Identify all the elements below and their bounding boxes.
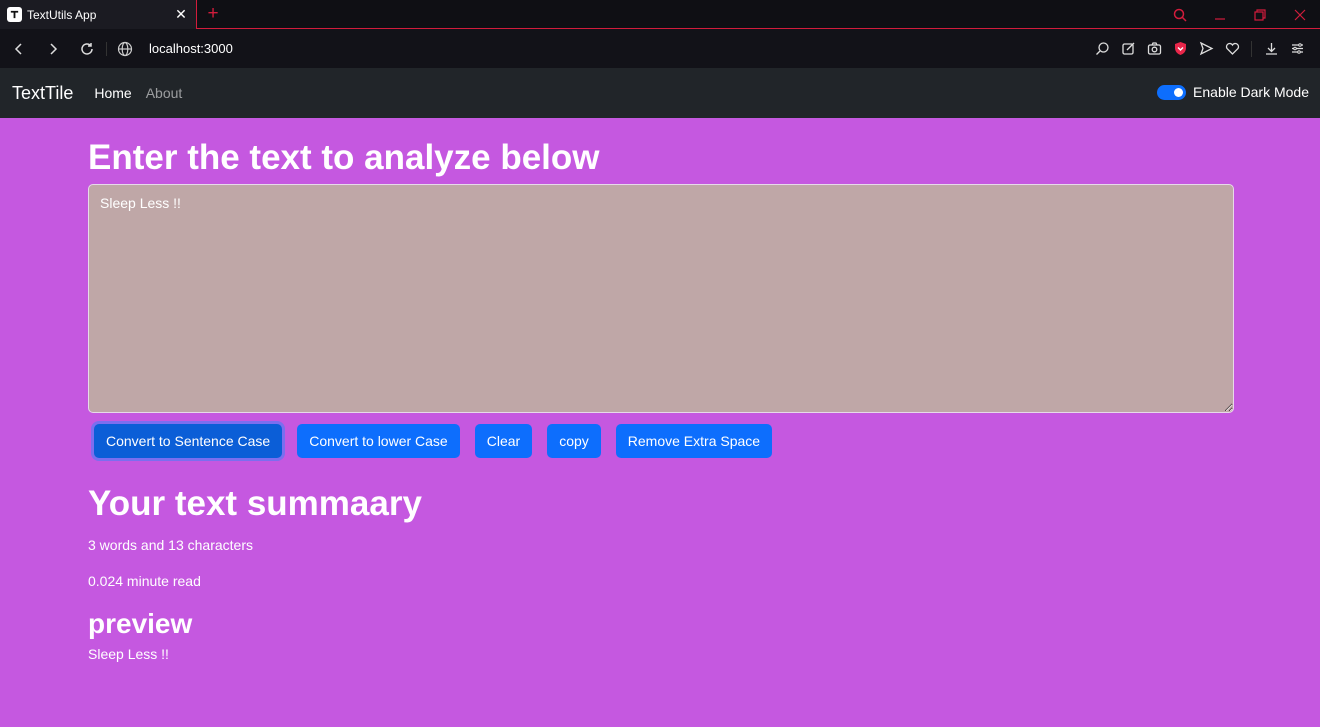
download-icon[interactable] [1258,36,1284,62]
restore-icon[interactable] [1240,0,1280,29]
word-char-count: 3 words and 13 characters [88,537,253,553]
read-time: 0.024 minute read [88,573,201,589]
forward-icon[interactable] [38,34,68,64]
zoom-search-icon[interactable] [1089,36,1115,62]
page-heading: Enter the text to analyze below [88,138,600,177]
lower-case-button[interactable]: Convert to lower Case [297,424,460,458]
new-tab-icon[interactable]: + [204,3,222,25]
action-buttons: Convert to Sentence Case Convert to lowe… [94,424,1234,458]
browser-tab[interactable]: TextUtils App ✕ [0,0,197,29]
reload-icon[interactable] [72,34,102,64]
text-input[interactable]: Sleep Less !! [88,184,1234,413]
dark-mode-switch[interactable] [1157,84,1187,100]
preview-text: Sleep Less !! [88,646,169,662]
navbar-brand[interactable]: TextTile [12,83,73,104]
settings-sliders-icon[interactable] [1284,36,1310,62]
nav-link-home[interactable]: Home [94,85,131,101]
back-icon[interactable] [4,34,34,64]
minimize-icon[interactable] [1200,0,1240,29]
nav-link-about[interactable]: About [146,85,183,101]
search-tabs-icon[interactable] [1160,0,1200,29]
dark-mode-label: Enable Dark Mode [1193,84,1309,100]
favicon-icon [7,7,22,22]
address-bar-tools [1089,29,1310,68]
sentence-case-button[interactable]: Convert to Sentence Case [94,424,283,458]
main-content: Enter the text to analyze below Sleep Le… [88,118,1234,662]
close-window-icon[interactable] [1280,0,1320,29]
heart-icon[interactable] [1219,36,1245,62]
remove-extra-space-button[interactable]: Remove Extra Space [615,424,773,458]
edit-share-icon[interactable] [1115,36,1141,62]
close-tab-icon[interactable]: ✕ [174,7,188,21]
send-icon[interactable] [1193,36,1219,62]
app-navbar: TextTile Home About Enable Dark Mode [0,68,1320,118]
switch-knob [1174,87,1184,97]
copy-button[interactable]: copy [547,424,601,458]
address-bar: localhost:3000 [0,29,1320,68]
url-field[interactable]: localhost:3000 [149,41,233,56]
preview-heading: preview [88,608,193,639]
adblock-shield-icon[interactable] [1167,36,1193,62]
summary-heading: Your text summaary [88,484,422,523]
browser-tab-bar: TextUtils App ✕ + [0,0,1320,29]
clear-button[interactable]: Clear [474,424,533,458]
toolbar-divider [1251,40,1252,57]
camera-icon[interactable] [1141,36,1167,62]
tab-title: TextUtils App [27,7,97,22]
globe-icon[interactable] [117,41,133,57]
dark-mode-toggle: Enable Dark Mode [1157,84,1309,100]
window-controls [1160,0,1320,29]
address-separator [106,41,107,56]
